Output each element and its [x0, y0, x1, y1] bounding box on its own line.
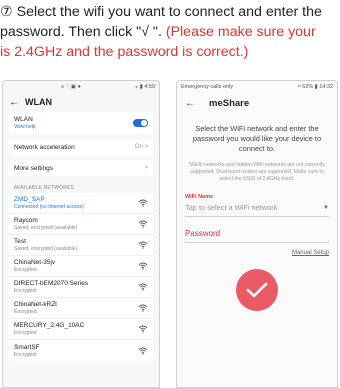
network-text: Test Saved, encrypted (available) — [14, 238, 77, 252]
view-help-link[interactable]: View help — [14, 124, 36, 130]
wifi-signal-icon — [138, 199, 148, 207]
network-status: Encrypted — [14, 267, 37, 273]
instruction-line-2-black: password. Then click "√ ". — [0, 24, 166, 40]
wifi-signal-icon — [138, 220, 148, 228]
wlan-settings-screenshot: ≡ ∴ ▣ ● ◒ ▮ 4:59 ← WLAN WLAN View help N… — [2, 80, 160, 388]
network-acceleration-label: Network acceleration — [14, 143, 75, 151]
left-status-right: ◒ ▮ 4:59 — [134, 83, 155, 90]
instruction-line-2-red: (Please make sure your — [165, 24, 316, 40]
check-icon — [246, 282, 268, 298]
network-name: Raycom — [14, 217, 38, 224]
network-text: ChinaNet-35jv Encrypted — [14, 259, 55, 273]
wifi-signal-icon — [138, 283, 148, 291]
network-text: SmartSF Encrypted — [14, 344, 40, 358]
available-networks-label: AVAILABLE NETWORKS — [14, 185, 75, 191]
network-name: SmartSF — [14, 343, 40, 351]
network-status: Saved, encrypted (available) — [14, 225, 78, 231]
network-acceleration-card: Network acceleration On > — [8, 139, 154, 155]
wifi-name-field: WiFi Name Tap to select a WiFi network ▼ — [177, 194, 337, 217]
wlan-toggle-row[interactable]: WLAN View help — [8, 112, 154, 134]
page: ⑦ Select the wifi you want to connect an… — [0, 0, 340, 388]
network-name: Test — [14, 238, 26, 245]
network-list: ZMD_SAP Connected (no Internet access) Ray… — [8, 193, 154, 361]
right-status-right: ≈ 62% ▮ 14:32 — [297, 83, 333, 90]
wifi-name-select[interactable]: Tap to select a WiFi network ▼ — [185, 200, 329, 217]
network-name: MERCURY_2.4G_10AC — [14, 322, 85, 329]
meshare-screenshot: Emergency calls only ≈ 62% ▮ 14:32 ← meS… — [176, 80, 338, 388]
meshare-header: ← meShare — [177, 92, 337, 114]
network-acceleration-value: On > — [134, 144, 148, 150]
right-status-bar: Emergency calls only ≈ 62% ▮ 14:32 — [177, 81, 337, 92]
network-row[interactable]: Raycom Saved, encrypted (available) — [8, 214, 154, 235]
more-settings-row[interactable]: More settings > — [8, 160, 154, 176]
wlan-toggle[interactable] — [133, 119, 148, 127]
left-status-bar: ≡ ∴ ▣ ● ◒ ▮ 4:59 — [3, 81, 159, 92]
instruction-line-2: password. Then click "√ ". (Please make … — [0, 22, 340, 42]
network-status: Encrypted — [14, 309, 37, 315]
wifi-signal-icon — [138, 262, 148, 270]
wifi-name-placeholder: Tap to select a WiFi network — [185, 203, 278, 212]
password-field: Password — [177, 226, 337, 243]
network-name: ChinaNet-35jv — [14, 259, 56, 266]
wifi-signal-icon — [138, 241, 148, 249]
wlan-label: WLAN — [14, 116, 33, 123]
network-text: DIRECT-bEM2070 Series Encrypted — [14, 280, 88, 294]
wlan-header: ← WLAN — [3, 92, 159, 112]
network-status: Encrypted — [14, 351, 37, 358]
network-name: ChinaNet-kRZt — [14, 301, 57, 308]
wifi-signal-icon — [138, 347, 148, 355]
back-arrow-icon[interactable]: ← — [9, 97, 19, 108]
manual-setup-link[interactable]: Manual Setup — [177, 243, 337, 256]
wifi-signal-icon — [138, 325, 148, 333]
network-status: Encrypted — [14, 288, 37, 294]
meshare-title: meShare — [209, 97, 250, 109]
left-status-center: ≡ ∴ ▣ ● — [61, 83, 81, 90]
network-row[interactable]: ZMD_SAP Connected (no Internet access) — [8, 193, 154, 214]
network-status: Connected (no Internet access) — [14, 204, 84, 210]
network-text: ZMD_SAP Connected (no Internet access) — [14, 196, 84, 210]
network-row[interactable]: SmartSF Encrypted — [8, 340, 154, 361]
network-row[interactable]: ChinaNet-kRZt Encrypted — [8, 298, 154, 319]
dropdown-caret-icon: ▼ — [323, 204, 329, 211]
right-status-left: Emergency calls only — [181, 83, 233, 90]
network-text: Raycom Saved, encrypted (available) — [14, 217, 77, 231]
wlan-toggle-card: WLAN View help — [8, 112, 154, 134]
chevron-right-icon: > — [144, 165, 148, 171]
wifi-signal-icon — [138, 304, 148, 312]
network-row[interactable]: ChinaNet-35jv Encrypted — [8, 256, 154, 277]
instruction-line-1: ⑦ Select the wifi you want to connect an… — [0, 4, 322, 20]
network-acceleration-row[interactable]: Network acceleration On > — [8, 139, 154, 155]
network-status: Saved, encrypted (available) — [14, 246, 78, 252]
network-row[interactable]: Test Saved, encrypted (available) — [8, 235, 154, 256]
instruction-text: ⑦ Select the wifi you want to connect an… — [0, 2, 340, 62]
network-row[interactable]: MERCURY_2.4G_10AC Encrypted — [8, 319, 154, 340]
wifi-band-note: 5GHz networks and hidden WiFi networks a… — [189, 162, 325, 182]
network-row[interactable]: DIRECT-bEM2070 Series Encrypted — [8, 277, 154, 298]
confirm-check-button[interactable] — [236, 269, 278, 311]
network-name: ZMD_SAP — [14, 196, 45, 203]
network-name: DIRECT-bEM2070 Series — [14, 280, 89, 287]
network-text: ChinaNet-kRZt Encrypted — [14, 301, 57, 315]
more-settings-label: More settings — [14, 164, 54, 172]
more-settings-card: More settings > — [8, 160, 154, 176]
instruction-line-3: is 2.4GHz and the password is correct.) — [0, 44, 249, 60]
password-input[interactable]: Password — [185, 226, 329, 243]
wlan-title: WLAN — [25, 97, 52, 107]
wifi-instruction: Select the WiFi network and enter the pa… — [192, 124, 322, 153]
back-arrow-icon[interactable]: ← — [185, 98, 195, 109]
network-status: Encrypted — [14, 330, 37, 336]
network-text: MERCURY_2.4G_10AC Encrypted — [14, 322, 84, 336]
